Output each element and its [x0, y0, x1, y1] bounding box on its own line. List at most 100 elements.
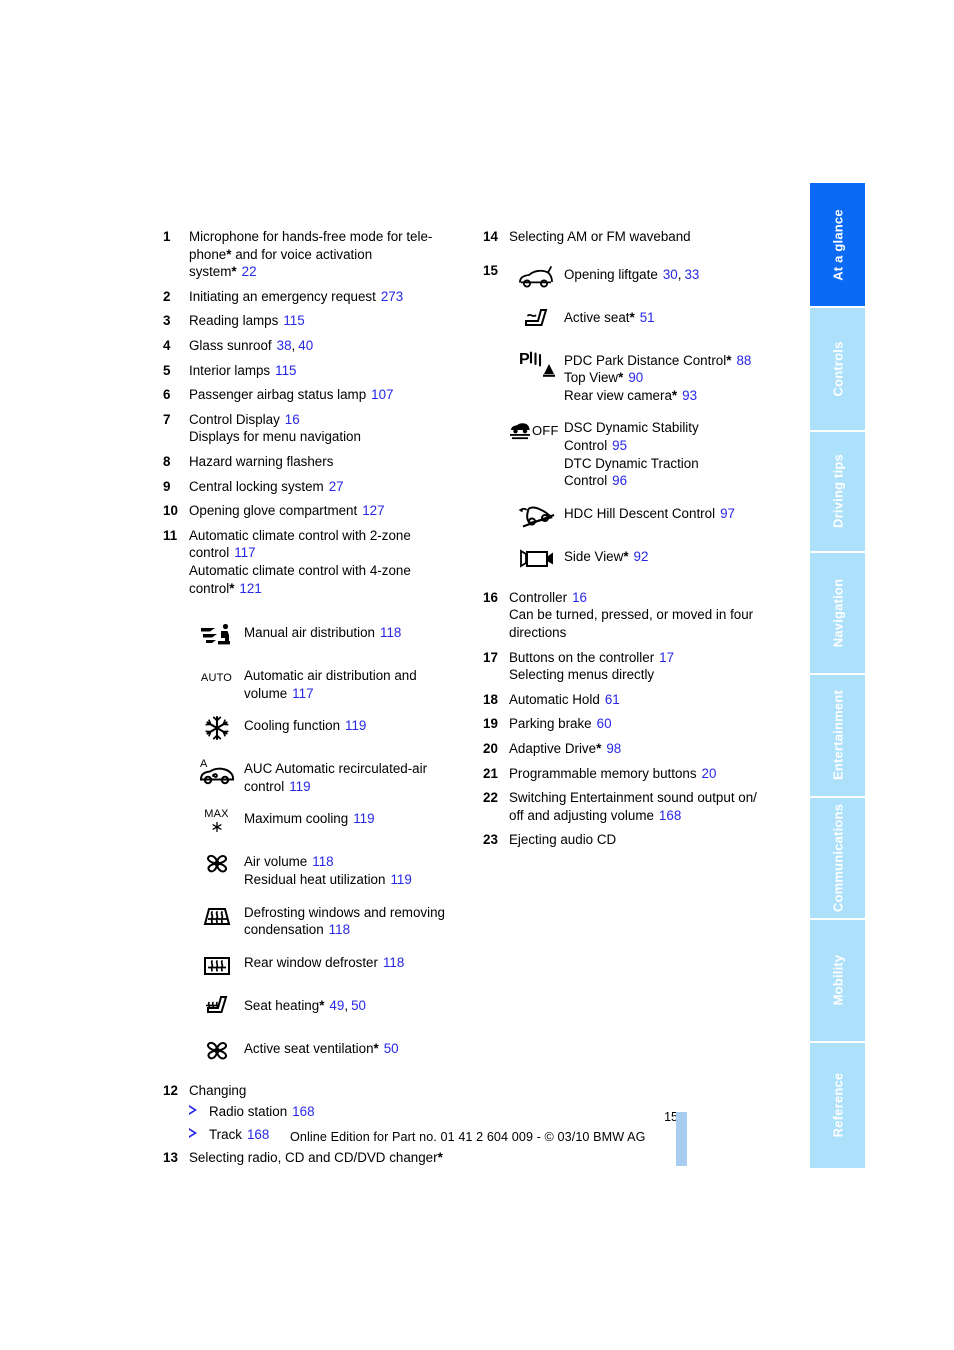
page-ref[interactable]: 92 [634, 549, 649, 564]
page-ref[interactable]: 61 [605, 692, 620, 707]
page-ref[interactable]: 50 [351, 998, 366, 1013]
page-ref[interactable]: 38 [277, 338, 292, 353]
page-ref[interactable]: 40 [298, 338, 313, 353]
item-number: 19 [483, 716, 498, 732]
icon-label-text: control [244, 778, 285, 794]
option-asterisk: * [726, 352, 732, 368]
page-ref[interactable]: 121 [239, 581, 261, 596]
page-ref[interactable]: 90 [628, 370, 643, 385]
page-ref[interactable]: 20 [702, 766, 717, 781]
page-ref[interactable]: 93 [682, 388, 697, 403]
page-ref[interactable]: 115 [283, 313, 304, 328]
option-asterisk: * [229, 580, 235, 596]
icon-label-text: condensation [244, 922, 324, 938]
icon-label-line: volume 117 [244, 685, 463, 703]
icon-row-side-view: Side View* 92 [509, 542, 783, 576]
tab-communications[interactable]: Communications [810, 797, 865, 921]
icon-label-line: Residual heat utilization 119 [244, 871, 463, 889]
active-seat-icon [509, 303, 564, 337]
item-number: 16 [483, 589, 498, 605]
list-item-9: 9 Central locking system 27 [163, 478, 463, 496]
item-number: 14 [483, 229, 498, 244]
tab-mobility[interactable]: Mobility [810, 920, 865, 1043]
page-ref[interactable]: 50 [384, 1041, 399, 1056]
page-ref[interactable]: 95 [612, 438, 627, 453]
page-ref[interactable]: 117 [234, 545, 255, 560]
page-ref[interactable]: 118 [383, 955, 404, 970]
icon-label-text: Residual heat utilization [244, 872, 386, 888]
icon-label: Seat heating* 49, 50 [244, 991, 463, 1015]
icon-row-dsc-dynamic-stability-control: OFF DSC Dynamic Stability Control 95 DTC … [509, 413, 783, 489]
option-asterisk: * [437, 1150, 443, 1166]
tab-controls[interactable]: Controls [810, 308, 865, 432]
icon-label-line: Top View* 90 [564, 369, 783, 387]
page-ref[interactable]: 118 [312, 854, 333, 869]
icon-label-text: Manual air distribution [244, 625, 375, 641]
icon-label: Maximum cooling 119 [244, 804, 463, 828]
icon-row-defrosting-windows: Defrosting windows and removing condensa… [189, 898, 463, 939]
icon-label-text: Defrosting windows and removing [244, 904, 445, 920]
page-ref[interactable]: 168 [247, 1127, 269, 1142]
item-text-line: off and adjusting volume 168 [509, 807, 783, 825]
icon-label: Side View* 92 [564, 542, 783, 566]
page-ref[interactable]: 88 [736, 353, 751, 368]
page-ref[interactable]: 16 [572, 590, 587, 605]
page-ref[interactable]: 119 [390, 872, 411, 887]
page-ref[interactable]: 60 [597, 716, 612, 731]
triangle-bullet-icon [189, 1103, 209, 1121]
page-ref[interactable]: 30 [663, 267, 678, 282]
item-body: Parking brake 60 [509, 715, 783, 733]
page-ref[interactable]: 273 [381, 289, 403, 304]
page-ref[interactable]: 49 [329, 998, 344, 1013]
icon-label: Defrosting windows and removing condensa… [244, 898, 463, 939]
page-ref[interactable]: 33 [684, 267, 699, 282]
icon-label-text: Seat heating [244, 997, 320, 1013]
page-number: 15 [664, 1110, 678, 1124]
item-number: 4 [163, 337, 171, 353]
dsc-off-text: OFF [532, 422, 559, 438]
list-item-21: 21 Programmable memory buttons 20 [483, 765, 783, 783]
page-ref-separator: , [291, 337, 296, 353]
page-ref[interactable]: 51 [640, 310, 655, 325]
item-body: Initiating an emergency request 273 [189, 288, 463, 306]
page-ref[interactable]: 22 [242, 264, 257, 279]
page-ref[interactable]: 117 [292, 686, 313, 701]
item-text: Buttons on the controller [509, 649, 655, 665]
item-text-line: control 117 [189, 544, 463, 562]
icon-label-text: DSC Dynamic Stability [564, 420, 699, 436]
icon-label-line: Control 96 [564, 472, 783, 490]
page-ref[interactable]: 119 [353, 811, 374, 826]
item-number: 5 [163, 362, 171, 378]
page-ref[interactable]: 107 [371, 387, 393, 402]
page-ref[interactable]: 98 [606, 741, 621, 756]
page-ref[interactable]: 16 [285, 412, 300, 427]
page-ref[interactable]: 127 [362, 503, 384, 518]
page-ref[interactable]: 96 [612, 473, 627, 488]
page-ref[interactable]: 168 [659, 808, 681, 823]
tab-driving-tips[interactable]: Driving tips [810, 431, 865, 553]
climate-icon-list: Manual air distribution 118 AUTO Automati… [189, 618, 463, 1068]
page-ref[interactable]: 17 [659, 650, 674, 665]
page-ref[interactable]: 119 [289, 779, 310, 794]
list-item-22: 22 Switching Entertainment sound output … [483, 789, 783, 824]
auto-icon: AUTO [189, 661, 244, 695]
page-ref[interactable]: 115 [275, 363, 296, 378]
page-ref[interactable]: 168 [292, 1104, 314, 1119]
tab-at-a-glance[interactable]: At a glance [810, 183, 865, 309]
page-ref[interactable]: 27 [329, 479, 344, 494]
item-text: control [189, 580, 230, 596]
icon-label-text: Rear window defroster [244, 954, 378, 970]
item-text: Selecting radio, CD and CD/DVD changer [189, 1150, 438, 1166]
icon-label: PDC Park Distance Control* 88 Top View* 90… [564, 346, 783, 405]
page-ref[interactable]: 97 [720, 506, 735, 521]
page-ref[interactable]: 118 [380, 625, 401, 640]
page-ref[interactable]: 118 [329, 922, 350, 937]
tab-reference[interactable]: Reference [810, 1042, 865, 1169]
item-body: Passenger airbag status lamp 107 [189, 386, 463, 404]
tab-entertainment[interactable]: Entertainment [810, 675, 865, 798]
sub-item-body: Track 168 [209, 1126, 269, 1144]
item-body: Control Display 16 Displays for menu navi… [189, 411, 463, 446]
item-number: 1 [163, 229, 171, 244]
tab-navigation[interactable]: Navigation [810, 552, 865, 676]
page-ref[interactable]: 119 [345, 718, 366, 733]
